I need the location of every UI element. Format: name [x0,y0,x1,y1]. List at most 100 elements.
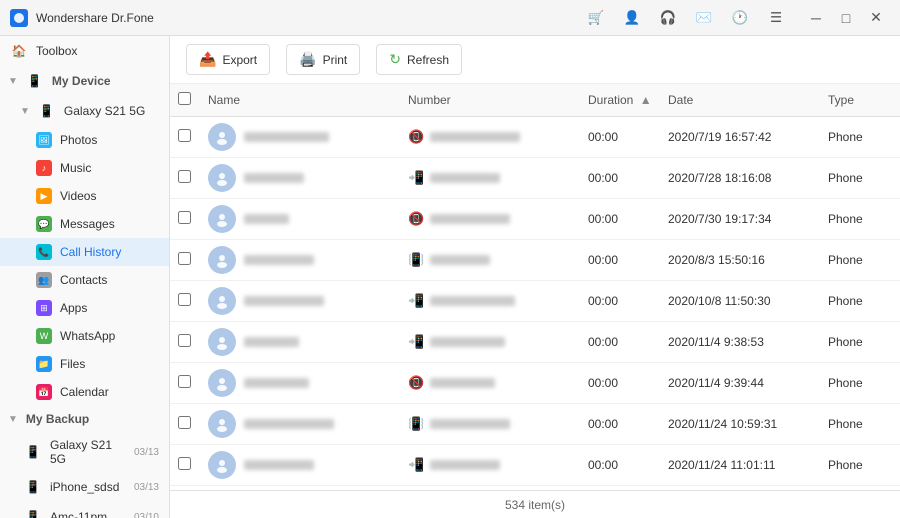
header-checkbox[interactable] [170,84,200,117]
total-items: 534 item(s) [505,498,565,512]
call-type-icon: 📳 [408,252,424,268]
menu-icon[interactable]: ☰ [762,6,790,30]
row-checkbox[interactable] [178,129,191,142]
name-cell [200,199,400,240]
phone-number [430,132,520,142]
status-bar: 534 item(s) [170,490,900,518]
row-checkbox[interactable] [178,170,191,183]
header-duration[interactable]: Duration ▲ [580,84,660,117]
date-cell: 2020/11/4 9:39:44 [660,363,820,404]
type-cell: Phone [820,322,900,363]
header-date[interactable]: Date [660,84,820,117]
table-row[interactable]: 📵 00:00 2020/11/4 9:39:44 Phone [170,363,900,404]
sidebar-item-files[interactable]: 📁 Files [0,350,169,378]
table-row[interactable]: 📵 00:00 2020/7/19 16:57:42 Phone [170,117,900,158]
type-cell: Phone [820,199,900,240]
type-cell: Phone [820,363,900,404]
phone-number [430,378,495,388]
photos-icon: 🖼 [36,132,52,148]
sidebar-backup-galaxy-s21[interactable]: 📱 Galaxy S21 5G 03/13 [0,432,169,472]
number-cell: 📵 [400,117,580,158]
headset-icon[interactable]: 🎧 [654,6,682,30]
duration-cell: 00:00 [580,240,660,281]
number-cell: 📲 [400,158,580,199]
sidebar-item-photos[interactable]: 🖼 Photos [0,126,169,154]
export-button[interactable]: 📤 Export [186,44,270,75]
sidebar-backup-iphone-sdsd[interactable]: 📱 iPhone_sdsd 03/13 [0,472,169,502]
row-checkbox[interactable] [178,252,191,265]
call-type-icon: 📲 [408,457,424,473]
row-checkbox-cell[interactable] [170,281,200,322]
duration-cell: 00:00 [580,322,660,363]
cart-icon[interactable]: 🛒 [582,6,610,30]
contacts-icon: 👥 [36,272,52,288]
row-checkbox-cell[interactable] [170,445,200,486]
avatar [208,369,236,397]
row-checkbox[interactable] [178,457,191,470]
apps-icon: ⊞ [36,300,52,316]
row-checkbox[interactable] [178,416,191,429]
row-checkbox-cell[interactable] [170,158,200,199]
mail-icon[interactable]: ✉️ [690,6,718,30]
sidebar-item-calendar[interactable]: 📅 Calendar [0,378,169,406]
table-row[interactable]: 📲 00:00 2020/10/8 11:50:30 Phone [170,281,900,322]
duration-cell: 00:00 [580,445,660,486]
sidebar-item-music[interactable]: ♪ Music [0,154,169,182]
sidebar-item-call-history[interactable]: 📞 Call History [0,238,169,266]
type-cell: Phone [820,158,900,199]
contact-name [244,255,314,265]
minimize-button[interactable]: ─ [802,6,830,30]
sidebar-device-name[interactable]: ▼ 📱 Galaxy S21 5G [0,96,169,126]
user-icon[interactable]: 👤 [618,6,646,30]
phone-number [430,460,500,470]
sidebar-item-videos[interactable]: ▶ Videos [0,182,169,210]
close-button[interactable]: ✕ [862,6,890,30]
sidebar-backup-amc[interactable]: 📱 Amc-11pm 03/10 [0,502,169,518]
sidebar-item-whatsapp[interactable]: W WhatsApp [0,322,169,350]
row-checkbox-cell[interactable] [170,240,200,281]
table-row[interactable]: 📲 00:00 2020/11/24 11:01:11 Phone [170,445,900,486]
row-checkbox[interactable] [178,293,191,306]
chevron-down-icon: ▼ [20,106,30,117]
number-cell: 📲 [400,322,580,363]
table-row[interactable]: 📳 00:00 2020/11/24 10:59:31 Phone [170,404,900,445]
table-row[interactable]: 📵 00:00 2020/7/30 19:17:34 Phone [170,199,900,240]
row-checkbox[interactable] [178,375,191,388]
row-checkbox-cell[interactable] [170,117,200,158]
header-type[interactable]: Type [820,84,900,117]
device-icon: 📱 [26,72,44,90]
avatar [208,205,236,233]
maximize-button[interactable]: □ [832,6,860,30]
number-cell: 📵 [400,363,580,404]
table-row[interactable]: 📲 00:00 2020/7/28 18:16:08 Phone [170,158,900,199]
table-row[interactable]: 📳 00:00 2020/8/3 15:50:16 Phone [170,240,900,281]
row-checkbox-cell[interactable] [170,322,200,363]
name-cell [200,445,400,486]
table-row[interactable]: 📲 00:00 2020/11/4 9:38:53 Phone [170,322,900,363]
call-type-icon: 📲 [408,293,424,309]
contact-name [244,132,329,142]
header-number[interactable]: Number [400,84,580,117]
row-checkbox[interactable] [178,211,191,224]
name-cell [200,404,400,445]
duration-cell: 00:00 [580,404,660,445]
contact-name [244,419,334,429]
sort-arrow-icon: ▲ [640,93,652,107]
row-checkbox-cell[interactable] [170,363,200,404]
row-checkbox-cell[interactable] [170,199,200,240]
print-button[interactable]: 🖨️ Print [286,44,360,75]
row-checkbox[interactable] [178,334,191,347]
sidebar-item-apps[interactable]: ⊞ Apps [0,294,169,322]
number-cell: 📳 [400,240,580,281]
sidebar-item-messages[interactable]: 💬 Messages [0,210,169,238]
sidebar-item-contacts[interactable]: 👥 Contacts [0,266,169,294]
sidebar-item-toolbox[interactable]: 🏠 Toolbox [0,36,169,66]
refresh-button[interactable]: ↻ Refresh [376,44,462,75]
call-type-icon: 📵 [408,129,424,145]
row-checkbox-cell[interactable] [170,404,200,445]
toolbar: 📤 Export 🖨️ Print ↻ Refresh [170,36,900,84]
print-icon: 🖨️ [299,51,316,68]
select-all-checkbox[interactable] [178,92,191,105]
header-name[interactable]: Name [200,84,400,117]
history-icon[interactable]: 🕐 [726,6,754,30]
